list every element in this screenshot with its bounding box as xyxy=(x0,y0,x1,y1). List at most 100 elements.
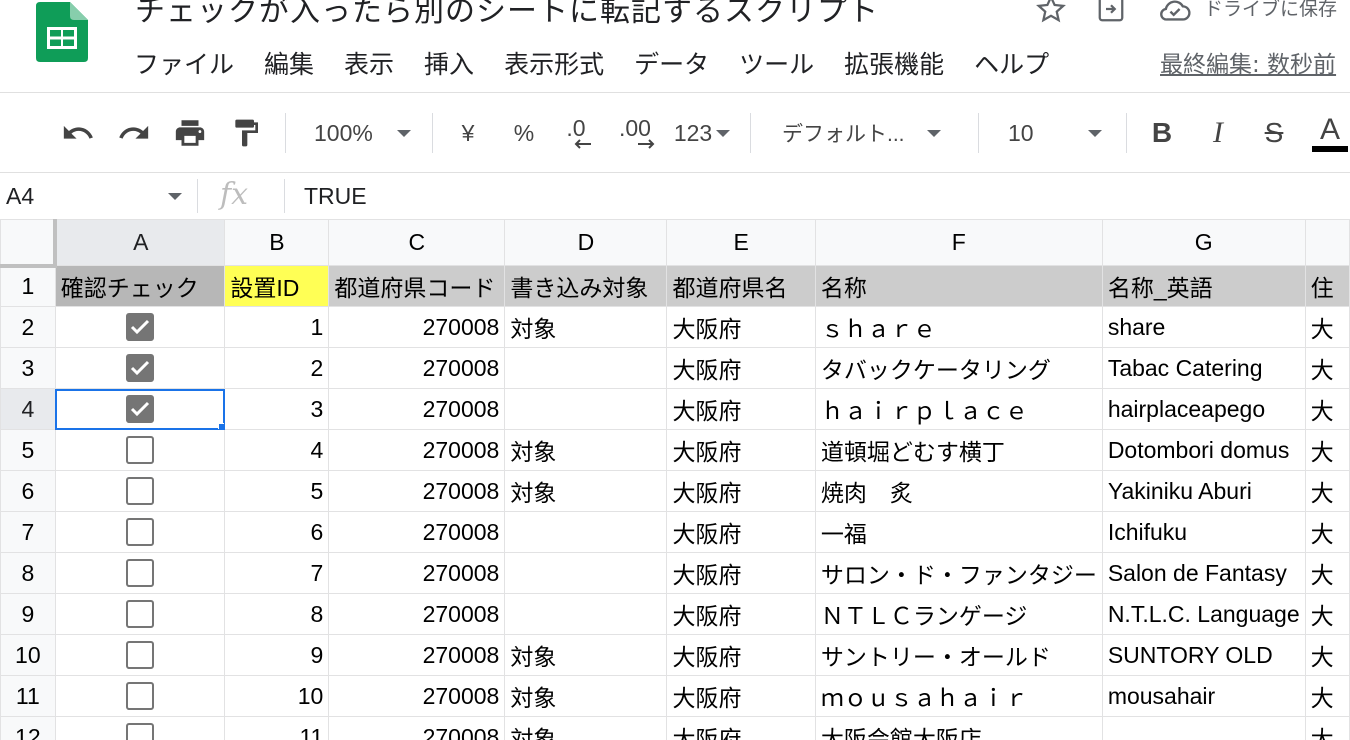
checkbox-unchecked-icon[interactable] xyxy=(126,436,155,465)
id-cell[interactable]: 7 xyxy=(224,552,330,594)
header-cell[interactable]: 名称_英語 xyxy=(1101,265,1306,307)
checkbox-unchecked-icon[interactable] xyxy=(126,641,155,670)
percent-format-button[interactable]: % xyxy=(504,93,544,173)
checkbox-cell[interactable] xyxy=(54,306,226,348)
prefecture-cell[interactable]: 大阪府 xyxy=(666,306,816,348)
prefecture-cell[interactable]: 大阪府 xyxy=(666,552,816,594)
name-cell[interactable]: ｓｈａｒｅ xyxy=(814,306,1103,348)
name-en-cell[interactable]: Yakiniku Aburi xyxy=(1101,470,1306,512)
name-cell[interactable]: 一福 xyxy=(814,511,1103,553)
prefecture-cell[interactable]: 大阪府 xyxy=(666,347,816,389)
menu-file[interactable]: ファイル xyxy=(134,48,234,82)
row-header[interactable]: 7 xyxy=(0,511,56,553)
font-family-select[interactable]: デフォルト... xyxy=(766,93,966,173)
code-cell[interactable]: 270008 xyxy=(328,429,506,471)
row-header[interactable]: 4 xyxy=(0,388,56,430)
redo-icon[interactable] xyxy=(114,93,154,173)
header-cell[interactable]: 都道府県コード xyxy=(328,265,506,307)
column-header-e[interactable]: E xyxy=(666,219,816,266)
target-cell[interactable]: 対象 xyxy=(504,675,668,717)
column-header-h[interactable] xyxy=(1304,219,1350,266)
decrease-decimal-button[interactable]: .0 xyxy=(556,93,596,173)
address-cell[interactable]: 大 xyxy=(1304,634,1350,676)
name-box[interactable]: A4 xyxy=(6,173,34,219)
row-header[interactable]: 11 xyxy=(0,675,56,717)
header-cell[interactable]: 書き込み対象 xyxy=(504,265,668,307)
code-cell[interactable]: 270008 xyxy=(328,470,506,512)
font-size-select[interactable]: 10 xyxy=(994,93,1114,173)
address-cell[interactable]: 大 xyxy=(1304,593,1350,635)
cloud-saved-icon[interactable] xyxy=(1158,0,1191,24)
id-cell[interactable]: 10 xyxy=(224,675,330,717)
checkbox-cell[interactable] xyxy=(54,429,226,471)
target-cell[interactable] xyxy=(504,593,668,635)
prefecture-cell[interactable]: 大阪府 xyxy=(666,716,816,740)
header-cell[interactable]: 住 xyxy=(1304,265,1350,307)
increase-decimal-button[interactable]: .00 xyxy=(612,93,658,173)
strikethrough-button[interactable]: S xyxy=(1254,93,1294,173)
code-cell[interactable]: 270008 xyxy=(328,675,506,717)
currency-format-button[interactable]: ¥ xyxy=(448,93,488,173)
name-cell[interactable]: サントリー・オールド xyxy=(814,634,1103,676)
code-cell[interactable]: 270008 xyxy=(328,634,506,676)
menu-edit[interactable]: 編集 xyxy=(264,48,314,82)
target-cell[interactable]: 対象 xyxy=(504,716,668,740)
checkbox-cell[interactable] xyxy=(54,347,226,389)
name-en-cell[interactable]: hairplaceapego xyxy=(1101,388,1306,430)
checkbox-unchecked-icon[interactable] xyxy=(126,477,155,506)
checkbox-unchecked-icon[interactable] xyxy=(126,682,155,711)
undo-icon[interactable] xyxy=(58,93,98,173)
name-cell[interactable]: 焼肉 炙 xyxy=(814,470,1103,512)
sheets-logo-icon[interactable] xyxy=(36,2,88,62)
row-header[interactable]: 8 xyxy=(0,552,56,594)
prefecture-cell[interactable]: 大阪府 xyxy=(666,429,816,471)
row-header[interactable]: 12 xyxy=(0,716,56,740)
code-cell[interactable]: 270008 xyxy=(328,593,506,635)
column-header-b[interactable]: B xyxy=(224,219,330,266)
header-cell[interactable]: 都道府県名 xyxy=(666,265,816,307)
select-all-corner[interactable] xyxy=(0,219,58,268)
checkbox-unchecked-icon[interactable] xyxy=(126,518,155,547)
name-cell[interactable]: ＮＴＬＣランゲージ xyxy=(814,593,1103,635)
row-header[interactable]: 9 xyxy=(0,593,56,635)
id-cell[interactable]: 3 xyxy=(224,388,330,430)
name-en-cell[interactable]: share xyxy=(1101,306,1306,348)
address-cell[interactable]: 大 xyxy=(1304,675,1350,717)
name-cell[interactable]: ｈａｉｒｐｌａｃｅ xyxy=(814,388,1103,430)
target-cell[interactable] xyxy=(504,511,668,553)
target-cell[interactable]: 対象 xyxy=(504,634,668,676)
menu-data[interactable]: データ xyxy=(634,48,709,82)
id-cell[interactable]: 2 xyxy=(224,347,330,389)
code-cell[interactable]: 270008 xyxy=(328,511,506,553)
checkbox-cell[interactable] xyxy=(54,511,226,553)
name-en-cell[interactable]: mousahair xyxy=(1101,675,1306,717)
move-to-folder-icon[interactable] xyxy=(1096,0,1126,24)
checkbox-cell[interactable] xyxy=(54,634,226,676)
checkbox-cell[interactable] xyxy=(54,593,226,635)
target-cell[interactable] xyxy=(504,552,668,594)
header-cell[interactable]: 設置ID xyxy=(224,265,330,307)
code-cell[interactable]: 270008 xyxy=(328,552,506,594)
paint-format-icon[interactable] xyxy=(228,93,264,173)
name-en-cell[interactable]: SUNTORY OLD xyxy=(1101,634,1306,676)
column-header-a[interactable]: A xyxy=(54,219,226,266)
id-cell[interactable]: 6 xyxy=(224,511,330,553)
id-cell[interactable]: 4 xyxy=(224,429,330,471)
address-cell[interactable]: 大 xyxy=(1304,429,1350,471)
menu-format[interactable]: 表示形式 xyxy=(504,48,604,82)
code-cell[interactable]: 270008 xyxy=(328,306,506,348)
column-header-d[interactable]: D xyxy=(504,219,668,266)
address-cell[interactable]: 大 xyxy=(1304,716,1350,740)
name-cell[interactable]: タバックケータリング xyxy=(814,347,1103,389)
name-en-cell[interactable]: Ichifuku xyxy=(1101,511,1306,553)
checkbox-unchecked-icon[interactable] xyxy=(126,723,155,740)
address-cell[interactable]: 大 xyxy=(1304,552,1350,594)
menu-insert[interactable]: 挿入 xyxy=(424,48,474,82)
menu-view[interactable]: 表示 xyxy=(344,48,394,82)
checkbox-cell[interactable] xyxy=(54,552,226,594)
address-cell[interactable]: 大 xyxy=(1304,511,1350,553)
checkbox-cell[interactable] xyxy=(54,716,226,740)
address-cell[interactable]: 大 xyxy=(1304,470,1350,512)
fill-handle[interactable] xyxy=(218,423,224,429)
name-cell[interactable]: サロン・ド・ファンタジー xyxy=(814,552,1103,594)
